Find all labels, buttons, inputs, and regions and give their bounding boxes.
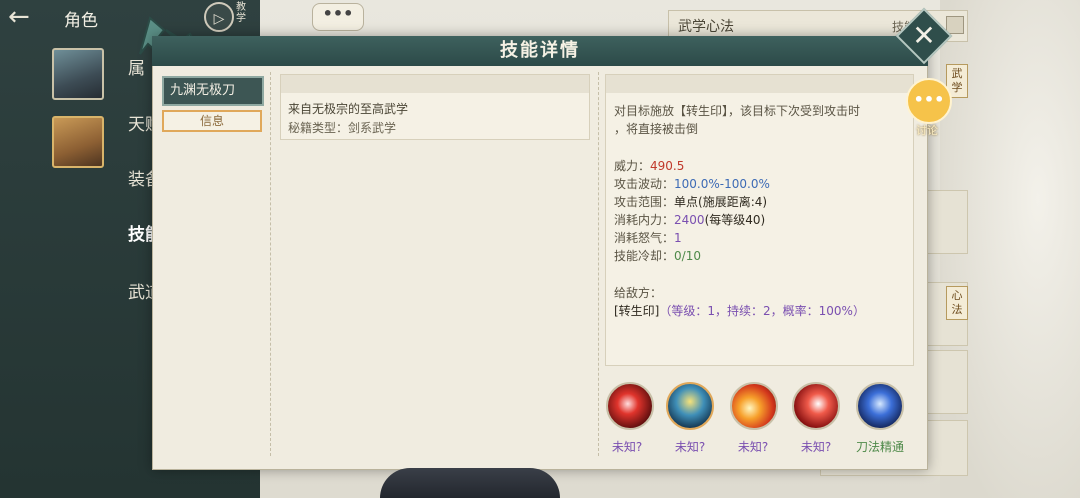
blue-spirit-icon[interactable]	[856, 382, 904, 430]
stat-label: 消耗怒气：	[614, 231, 675, 245]
skill-label: 未知?	[611, 440, 643, 454]
skill-label: 刀法精通	[855, 440, 904, 454]
stat-rage-cost: 消耗怒气：1	[614, 229, 682, 246]
stat-fluctuation: 攻击波动：100.0%-100.0%	[614, 175, 770, 192]
character-portrait-selected[interactable]	[52, 116, 104, 168]
stat-label: 威力：	[614, 159, 651, 173]
stat-extra: (每等级40)	[704, 213, 766, 227]
chat-bubble-icon: •••	[913, 90, 945, 109]
stat-label: 技能冷却：	[614, 249, 675, 263]
stat-value: 0/10	[674, 249, 701, 263]
skill-origin: 来自无极宗的至高武学	[288, 102, 409, 116]
character-figure	[380, 468, 560, 498]
effect-line-2: ，将直接被击倒	[614, 122, 699, 136]
buff-line: [转生印]（等级：1，持续：2，概率：100%）	[614, 302, 865, 319]
chat-dots-icon: •••	[322, 4, 354, 23]
character-portrait[interactable]	[52, 48, 104, 100]
red-slash-icon[interactable]	[606, 382, 654, 430]
discussion-label: 讨论	[916, 124, 938, 137]
modal-title: 技能详情	[500, 40, 580, 61]
golden-warrior-icon[interactable]	[666, 382, 714, 430]
discussion-button[interactable]: •••	[906, 78, 952, 124]
stat-label: 攻击范围：	[614, 195, 675, 209]
martial-panel-title: 武学心法	[678, 19, 734, 35]
stat-value: 490.5	[650, 159, 685, 173]
stat-mp-cost: 消耗内力：2400(每等级40)	[614, 211, 765, 228]
heart-method-badge: 心法	[946, 286, 968, 320]
buff-detail: （等级：1，持续：2，概率：100%）	[659, 304, 865, 318]
skill-type: 秘籍类型：剑系武学	[288, 121, 397, 135]
column-divider	[598, 72, 600, 456]
list-icon[interactable]	[946, 16, 964, 34]
description-header	[281, 75, 589, 93]
enemy-label: 给敌方：	[614, 286, 663, 300]
skill-name-button[interactable]: 九渊无极刀	[162, 76, 264, 106]
chat-button[interactable]: •••	[312, 3, 364, 31]
effect-line-1: 对目标施放【转生印】，该目标下次受到攻击时	[614, 104, 861, 118]
skill-detail-header	[606, 75, 913, 93]
stat-power: 威力：490.5	[614, 157, 684, 174]
stat-value: 1	[674, 231, 682, 245]
buff-name: [转生印]	[614, 304, 660, 318]
stat-cooldown: 技能冷却：0/10	[614, 247, 701, 264]
page-title: 角色	[64, 11, 98, 31]
skill-label: 未知?	[737, 440, 769, 454]
tutorial-label: 教学	[236, 2, 246, 24]
fire-burst-icon[interactable]	[730, 382, 778, 430]
stat-range: 攻击范围：单点(施展距离:4)	[614, 193, 767, 210]
stat-value: 单点(施展距离:4)	[674, 195, 768, 209]
info-tab[interactable]: 信息	[162, 110, 262, 132]
back-button[interactable]: ←	[8, 4, 48, 30]
red-claw-icon[interactable]	[792, 382, 840, 430]
stat-value: 2400	[674, 213, 705, 227]
close-icon[interactable]: ✕	[904, 16, 944, 56]
stat-label: 消耗内力：	[614, 213, 675, 227]
stat-label: 攻击波动：	[614, 177, 675, 191]
skill-label: 未知?	[800, 440, 832, 454]
stat-value: 100.0%-100.0%	[674, 177, 770, 191]
play-icon: ▷	[213, 11, 225, 27]
skill-label: 未知?	[674, 440, 706, 454]
arrow-left-icon: ←	[8, 2, 30, 32]
